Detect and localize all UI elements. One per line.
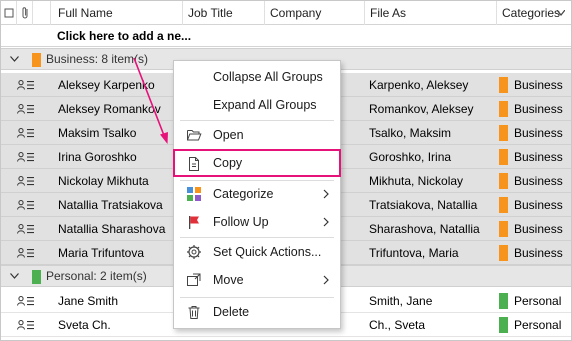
- group-label: Business: 8 item(s): [46, 52, 149, 66]
- group-label: Personal: 2 item(s): [46, 269, 147, 283]
- category-color-swatch: [499, 245, 508, 261]
- menu-item-label: Open: [213, 128, 244, 142]
- contact-card-icon: [17, 296, 34, 306]
- contact-category: Business: [514, 246, 563, 260]
- contact-card-icon: [17, 80, 34, 90]
- contact-file-as: Ch., Sveta: [369, 318, 426, 332]
- category-color-swatch: [499, 77, 508, 93]
- menu-item-delete[interactable]: Delete: [174, 298, 340, 326]
- contacts-list-view: Full Name Job Title Company File As Cate…: [0, 0, 572, 341]
- menu-item-collapse-all-groups[interactable]: Collapse All Groups: [174, 63, 340, 91]
- contact-full-name: Irina Goroshko: [58, 150, 137, 164]
- context-menu: Collapse All Groups Expand All Groups Op…: [173, 60, 341, 329]
- contact-full-name: Nickolay Mikhuta: [58, 174, 149, 188]
- contact-full-name: Sveta Ch.: [58, 318, 111, 332]
- menu-item-label: Expand All Groups: [213, 98, 317, 112]
- contact-file-as: Sharashova, Natallia: [369, 222, 480, 236]
- menu-item-expand-all-groups[interactable]: Expand All Groups: [174, 91, 340, 119]
- contact-full-name: Maksim Tsalko: [58, 126, 137, 140]
- contact-category: Business: [514, 102, 563, 116]
- contact-file-as: Goroshko, Irina: [369, 150, 452, 164]
- menu-item-label: Move: [213, 273, 244, 287]
- trash-icon: [188, 306, 200, 319]
- contact-card-icon: [17, 176, 34, 186]
- chevron-right-icon: [323, 189, 329, 199]
- contact-full-name: Aleksey Karpenko: [58, 78, 155, 92]
- category-color-swatch: [499, 197, 508, 213]
- contact-file-as: Romankov, Aleksey: [369, 102, 474, 116]
- contact-category: Business: [514, 198, 563, 212]
- chevron-down-icon[interactable]: [10, 56, 19, 62]
- contact-category: Business: [514, 174, 563, 188]
- contact-card-icon: [17, 152, 34, 162]
- column-header-bar: Full Name Job Title Company File As Cate…: [1, 1, 571, 25]
- contact-card-icon: [17, 104, 34, 114]
- contact-file-as: Mikhuta, Nickolay: [369, 174, 464, 188]
- contact-file-as: Trifuntova, Maria: [369, 246, 459, 260]
- contact-category: Personal: [514, 294, 562, 308]
- menu-item-label: Follow Up: [213, 215, 269, 229]
- contact-category: Business: [514, 126, 563, 140]
- contact-card-icon: [17, 128, 34, 138]
- contact-category: Personal: [514, 318, 562, 332]
- category-color-swatch: [499, 221, 508, 237]
- menu-item-categorize[interactable]: Categorize: [174, 180, 340, 208]
- contact-file-as: Karpenko, Aleksey: [369, 78, 469, 92]
- menu-item-set-quick-actions[interactable]: Set Quick Actions...: [174, 238, 340, 266]
- flag-column-header[interactable]: [33, 1, 51, 25]
- contact-card-icon: [17, 224, 34, 234]
- attachment-column-header[interactable]: [17, 1, 33, 25]
- contact-category: Business: [514, 150, 563, 164]
- category-color-swatch: [499, 173, 508, 189]
- open-folder-icon: [187, 130, 202, 141]
- category-color-swatch: [499, 317, 508, 333]
- column-header-company[interactable]: Company: [265, 1, 365, 25]
- contact-category: Business: [514, 78, 563, 92]
- categorize-icon: [187, 187, 201, 201]
- menu-item-follow-up[interactable]: Follow Up: [174, 208, 340, 236]
- category-color-swatch: [32, 270, 41, 284]
- menu-item-label: Collapse All Groups: [213, 70, 323, 84]
- contact-full-name: Jane Smith: [58, 294, 119, 308]
- move-icon: [187, 273, 201, 286]
- category-color-swatch: [499, 149, 508, 165]
- contact-card-icon: [17, 200, 34, 210]
- item-type-icon: [4, 8, 13, 18]
- contact-full-name: Natallia Tratsiakova: [58, 198, 163, 212]
- column-header-file-as[interactable]: File As: [365, 1, 497, 25]
- menu-item-copy[interactable]: Copy: [173, 149, 341, 177]
- flag-icon: [189, 216, 199, 229]
- add-new-item-text: Click here to add a ne...: [57, 29, 192, 43]
- contact-full-name: Aleksey Romankov: [58, 102, 161, 116]
- contact-file-as: Smith, Jane: [369, 294, 433, 308]
- menu-item-label: Copy: [213, 156, 243, 170]
- menu-item-open[interactable]: Open: [174, 121, 340, 149]
- column-header-full-name[interactable]: Full Name: [53, 1, 183, 25]
- contact-file-as: Tsalko, Maksim: [369, 126, 452, 140]
- sort-descending-icon: [557, 10, 565, 16]
- chevron-down-icon[interactable]: [10, 273, 19, 279]
- contact-card-icon: [17, 248, 34, 258]
- gear-icon: [187, 245, 201, 259]
- copy-icon: [189, 157, 199, 171]
- add-new-item-row[interactable]: Click here to add a ne...: [1, 25, 571, 47]
- contact-card-icon: [17, 320, 34, 330]
- column-header-job-title[interactable]: Job Title: [183, 1, 265, 25]
- contact-full-name: Natallia Sharashova: [58, 222, 166, 236]
- contact-category: Business: [514, 222, 563, 236]
- category-color-swatch: [499, 125, 508, 141]
- contact-full-name: Maria Trifuntova: [58, 246, 145, 260]
- category-color-swatch: [499, 101, 508, 117]
- menu-item-label: Set Quick Actions...: [213, 245, 322, 259]
- chevron-right-icon: [323, 275, 329, 285]
- paperclip-icon: [22, 7, 27, 19]
- chevron-right-icon: [323, 217, 329, 227]
- icon-column-header[interactable]: [1, 1, 17, 25]
- category-color-swatch: [32, 53, 41, 67]
- menu-item-label: Delete: [213, 305, 250, 319]
- menu-item-move[interactable]: Move: [174, 266, 340, 294]
- contact-file-as: Tratsiakova, Natallia: [369, 198, 478, 212]
- category-color-swatch: [499, 293, 508, 309]
- menu-item-label: Categorize: [213, 187, 274, 201]
